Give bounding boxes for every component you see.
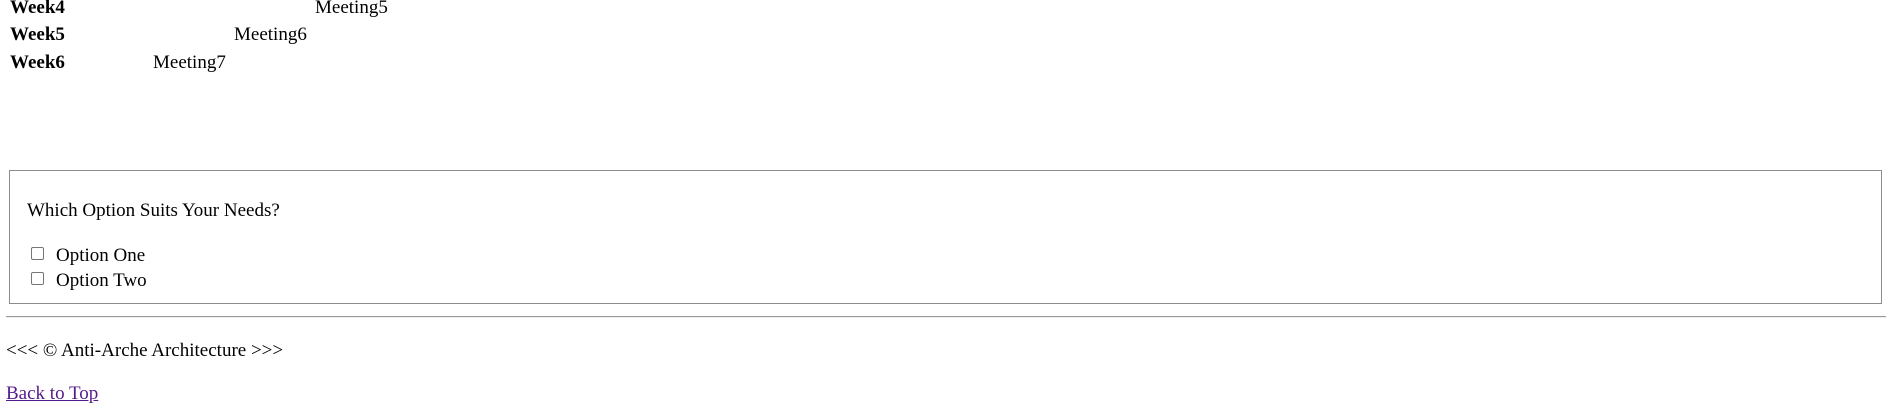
week-label: Week4 <box>10 0 65 18</box>
week-label: Week5 <box>10 24 65 45</box>
schedule-row: Week6 Meeting7 <box>0 53 700 77</box>
page: Week4 Meeting5 Week5 Meeting6 Week6 Meet… <box>0 0 1893 420</box>
schedule-row: Week4 Meeting5 <box>0 0 700 22</box>
option-two-label[interactable]: Option Two <box>56 270 147 292</box>
meeting-label: Meeting6 <box>234 24 307 45</box>
copyright-footer: <<< © Anti-Arche Architecture >>> <box>6 340 284 361</box>
options-question: Which Option Suits Your Needs? <box>27 200 280 221</box>
option-two-checkbox[interactable] <box>31 272 44 285</box>
horizontal-divider <box>6 316 1886 318</box>
option-one-checkbox[interactable] <box>31 247 44 260</box>
back-to-top-link[interactable]: Back to Top <box>6 383 98 405</box>
schedule-row: Week5 Meeting6 <box>0 25 700 49</box>
meeting-label: Meeting7 <box>153 52 226 73</box>
week-label: Week6 <box>10 52 65 73</box>
option-one-label[interactable]: Option One <box>56 245 145 267</box>
meeting-label: Meeting5 <box>315 0 388 18</box>
options-fieldset: Which Option Suits Your Needs? Option On… <box>9 170 1882 304</box>
